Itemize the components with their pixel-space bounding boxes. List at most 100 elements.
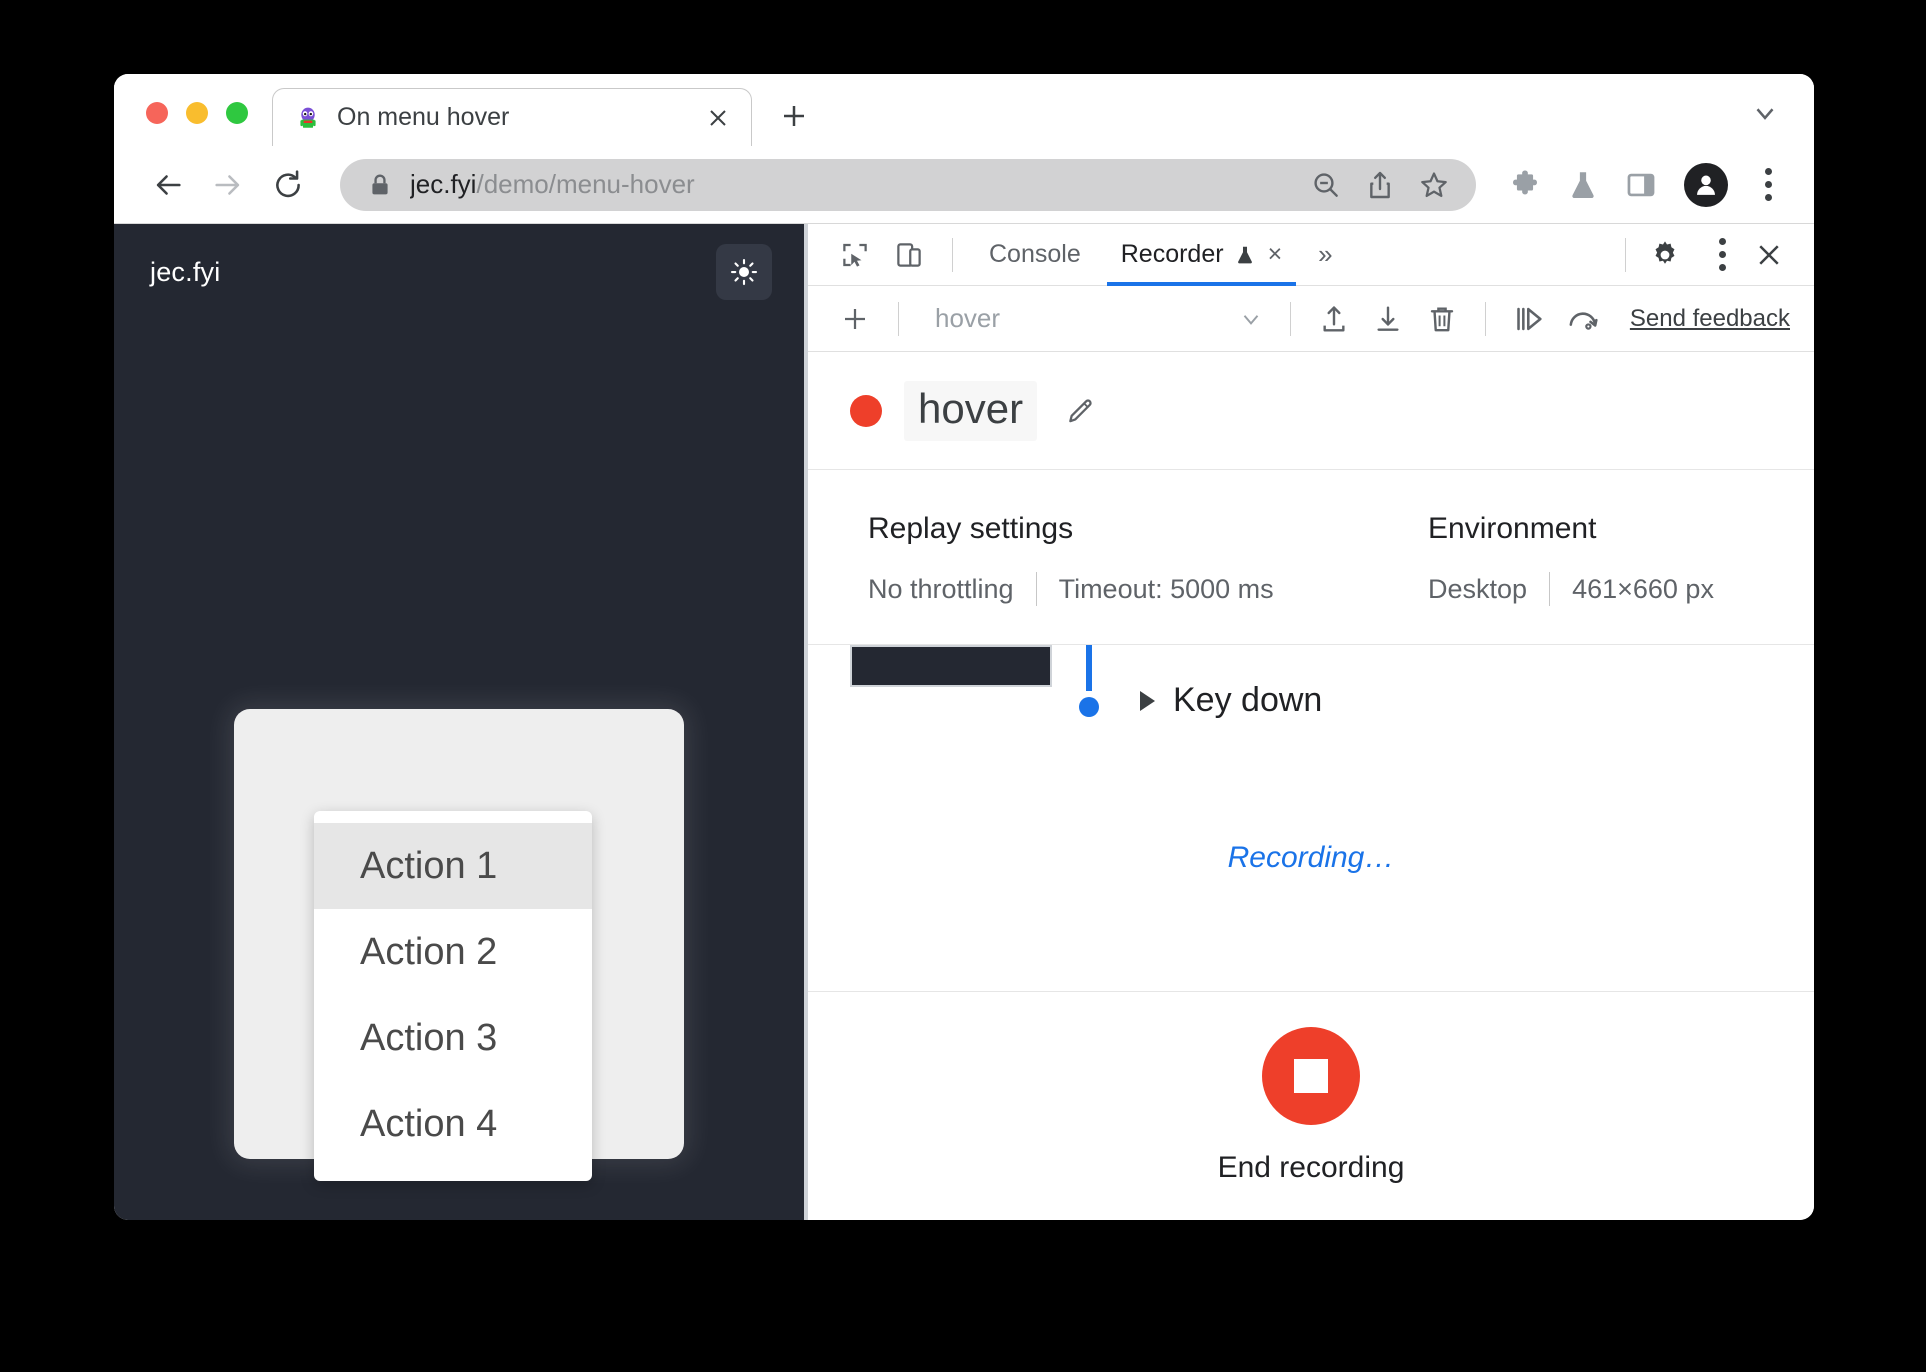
browser-tab[interactable]: On menu hover [272, 88, 752, 146]
share-upload-icon [1370, 171, 1390, 198]
tab-title: On menu hover [337, 103, 510, 131]
url-host: jec.fyi [410, 169, 477, 199]
back-button[interactable] [142, 159, 194, 211]
theme-toggle-button[interactable] [716, 244, 772, 300]
step-replay-icon [1517, 307, 1542, 330]
reload-button[interactable] [262, 159, 314, 211]
device-type-value: Desktop [1428, 573, 1528, 604]
replay-reload-icon [1569, 311, 1598, 330]
browser-toolbar: jec.fyi/demo/menu-hover [114, 146, 1814, 224]
recording-name[interactable]: hover [904, 380, 1038, 441]
recording-select-value: hover [935, 303, 1001, 333]
send-feedback-link[interactable]: Send feedback [1630, 305, 1790, 333]
side-panel-icon[interactable] [1618, 162, 1664, 208]
content-split: jec.fyi Hover me! [114, 224, 1814, 1220]
menu-item-action-1[interactable]: Action 1 [314, 823, 592, 909]
pencil-icon [1069, 398, 1092, 422]
page-viewport: jec.fyi Hover me! [114, 224, 804, 1220]
toolbar-divider [1625, 237, 1626, 272]
recording-steps-area: Key down Recording… [808, 645, 1814, 992]
chrome-menu-icon[interactable] [1746, 163, 1790, 207]
recording-status-text: Recording… [1227, 841, 1395, 874]
share-icon[interactable] [1362, 167, 1398, 203]
menu-item-action-2[interactable]: Action 2 [314, 909, 592, 995]
devtools-tab-bar: Console Recorder × » [808, 224, 1814, 286]
add-recording-button[interactable] [830, 294, 880, 344]
tab-recorder[interactable]: Recorder × [1103, 225, 1300, 286]
menu-item-action-4[interactable]: Action 4 [314, 1081, 592, 1167]
inspect-element-icon[interactable] [830, 230, 880, 280]
toolbar-divider [952, 237, 953, 272]
menu-item-label: Action 2 [360, 930, 498, 973]
browser-window: On menu hover jec.fyi/demo/menu-hover je… [114, 74, 1814, 1220]
menu-item-label: Action 3 [360, 1016, 498, 1059]
recording-select[interactable]: hover [917, 303, 1272, 334]
menu-dot [1718, 238, 1726, 245]
menu-dot [1718, 251, 1726, 258]
gear-icon [1655, 240, 1675, 264]
delete-recording-button[interactable] [1417, 294, 1467, 344]
url-path: /demo/menu-hover [476, 169, 695, 199]
flask-icon [1572, 171, 1594, 198]
profile-avatar[interactable] [1684, 162, 1728, 207]
trash-icon [1430, 307, 1454, 331]
pencil-edit-icon[interactable] [1059, 389, 1103, 433]
value-divider [1549, 572, 1551, 606]
site-logo[interactable]: jec.fyi [150, 257, 220, 288]
toolbar-divider [1289, 301, 1291, 336]
extensions-puzzle-icon[interactable] [1502, 162, 1548, 208]
step-timeline-rail [1066, 645, 1112, 717]
plus-icon [784, 106, 804, 126]
import-recording-button[interactable] [1363, 294, 1413, 344]
replay-step-button[interactable] [1504, 294, 1554, 344]
devtools-close-icon[interactable] [1744, 230, 1794, 280]
address-bar[interactable]: jec.fyi/demo/menu-hover [340, 158, 1476, 211]
chevron-down-icon [1756, 108, 1774, 120]
menu-dot [1764, 168, 1772, 175]
timeline-line [1086, 645, 1092, 691]
timeout-value[interactable]: Timeout: 5000 ms [1059, 574, 1274, 605]
step-label-group[interactable]: Key down [1140, 681, 1322, 720]
close-icon [710, 109, 726, 126]
step-title: Key down [1173, 681, 1323, 719]
tab-search-button[interactable] [1750, 98, 1814, 146]
chevron-down-icon [1243, 314, 1259, 325]
settings-gear-icon[interactable] [1640, 230, 1690, 280]
experiments-flask-icon[interactable] [1560, 162, 1606, 208]
menu-item-action-3[interactable]: Action 3 [314, 995, 592, 1081]
export-recording-button[interactable] [1309, 294, 1359, 344]
menu-item-label: Action 4 [360, 1102, 498, 1145]
zoom-out-icon[interactable] [1308, 167, 1344, 203]
menu-dot [1718, 264, 1726, 271]
cursor-select-icon [843, 243, 867, 267]
tab-close-icon[interactable]: × [1268, 240, 1283, 269]
hover-dropdown-menu: Action 1 Action 2 Action 3 Action 4 [314, 811, 592, 1181]
devtools-panel: Console Recorder × » hover Send feedback… [808, 224, 1814, 1220]
tab-console[interactable]: Console [971, 225, 1099, 285]
magnifier-minus-icon [1314, 172, 1338, 197]
replay-with-reload-button[interactable] [1558, 294, 1608, 344]
minimize-window-button[interactable] [186, 102, 208, 124]
tab-close-icon[interactable] [703, 103, 733, 133]
step-row[interactable]: Key down [808, 645, 1814, 720]
end-recording-button[interactable] [1262, 1027, 1360, 1125]
replay-settings-group: Replay settings No throttling Timeout: 5… [868, 512, 1428, 606]
close-window-button[interactable] [146, 102, 168, 124]
tab-overflow-button[interactable]: » [1304, 239, 1346, 270]
throttling-value[interactable]: No throttling [868, 574, 1014, 605]
maximize-window-button[interactable] [226, 102, 248, 124]
bookmark-star-icon[interactable] [1416, 167, 1452, 203]
replay-settings-title: Replay settings [868, 512, 1074, 545]
devtools-tabbar-actions [1611, 230, 1794, 280]
device-toolbar-icon[interactable] [884, 230, 934, 280]
step-expand-triangle-icon[interactable] [1140, 690, 1155, 711]
forward-button[interactable] [202, 159, 254, 211]
new-tab-button[interactable] [766, 88, 822, 144]
import-icon [1377, 305, 1399, 331]
star-icon [1421, 171, 1447, 197]
timeline-dot [1079, 697, 1099, 717]
menu-dot [1764, 194, 1772, 201]
devtools-more-icon[interactable] [1700, 233, 1744, 277]
plus-icon [845, 308, 865, 329]
export-icon [1323, 305, 1345, 332]
